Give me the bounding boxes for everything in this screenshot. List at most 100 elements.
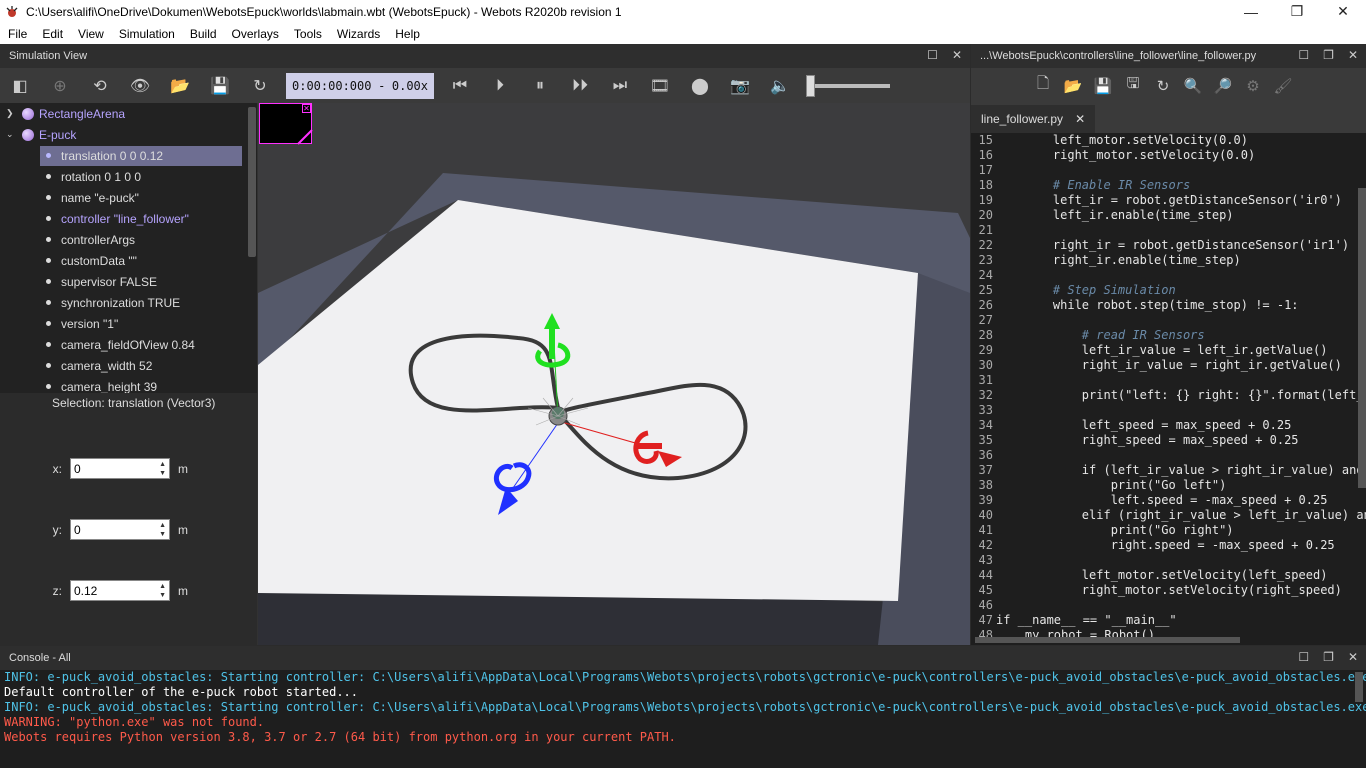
- mute-icon[interactable]: 🔈: [766, 73, 794, 99]
- maximize-button[interactable]: ❐: [1274, 0, 1320, 23]
- close-button[interactable]: ✕: [1320, 0, 1366, 23]
- tree-field-controller[interactable]: controller "line_follower": [0, 208, 257, 229]
- spin-arrows-icon[interactable]: ▲ ▼: [159, 582, 166, 600]
- code-line[interactable]: 29 left_ir_value = left_ir.getValue(): [971, 343, 1366, 358]
- code-line[interactable]: 42 right.speed = -max_speed + 0.25: [971, 538, 1366, 553]
- code-line[interactable]: 32 print("left: {} right: {}".format(lef…: [971, 388, 1366, 403]
- tree-field-custom-data[interactable]: customData "": [0, 250, 257, 271]
- code-line[interactable]: 35 right_speed = max_speed + 0.25: [971, 433, 1366, 448]
- code-line[interactable]: 24: [971, 268, 1366, 283]
- panel-restore-icon[interactable]: ☐: [927, 48, 938, 62]
- tree-field-controller-args[interactable]: controllerArgs: [0, 229, 257, 250]
- code-line[interactable]: 26 while robot.step(time_stop) != -1:: [971, 298, 1366, 313]
- tree-field-name[interactable]: name "e-puck": [0, 187, 257, 208]
- tree-node-rectangle-arena[interactable]: ❯ RectangleArena: [0, 103, 257, 124]
- tab-line-follower[interactable]: line_follower.py ✕: [971, 105, 1096, 133]
- code-line[interactable]: 47 if __name__ == "__main__": [971, 613, 1366, 628]
- volume-slider[interactable]: [806, 74, 890, 97]
- find-replace-icon[interactable]: 🔎: [1211, 73, 1235, 99]
- code-line[interactable]: 34 left_speed = max_speed + 0.25: [971, 418, 1366, 433]
- view-eye-icon[interactable]: 👁: [126, 73, 154, 99]
- panel-float-icon[interactable]: ❐: [1323, 650, 1334, 664]
- volume-slider-knob[interactable]: [806, 74, 815, 97]
- spin-arrows-icon[interactable]: ▲ ▼: [159, 460, 166, 478]
- reload-world-icon[interactable]: ↻: [246, 73, 274, 99]
- tree-field-rotation[interactable]: rotation 0 1 0 0: [0, 166, 257, 187]
- spin-arrows-icon[interactable]: ▲ ▼: [159, 521, 166, 539]
- code-horizontal-scrollbar[interactable]: [975, 637, 1240, 643]
- code-line[interactable]: 22 right_ir = robot.getDistanceSensor('i…: [971, 238, 1366, 253]
- console-scrollbar[interactable]: [1355, 672, 1363, 702]
- y-spinbox[interactable]: 0 ▲ ▼: [70, 519, 170, 540]
- open-world-icon[interactable]: 📂: [166, 73, 194, 99]
- run-icon[interactable]: ⏵⏵: [566, 73, 594, 99]
- revert-file-icon[interactable]: ↻: [1151, 73, 1175, 99]
- panel-float-icon[interactable]: ❐: [1323, 48, 1334, 62]
- x-spinbox[interactable]: 0 ▲ ▼: [70, 458, 170, 479]
- code-line[interactable]: 25 # Step Simulation: [971, 283, 1366, 298]
- code-line[interactable]: 38 print("Go left"): [971, 478, 1366, 493]
- code-line[interactable]: 15 left_motor.setVelocity(0.0): [971, 133, 1366, 148]
- 3d-viewport[interactable]: ✕: [258, 103, 970, 645]
- record-animation-icon[interactable]: ⬤: [686, 73, 714, 99]
- add-node-icon[interactable]: ⊕: [46, 73, 74, 99]
- toggle-scene-tree-icon[interactable]: ◧: [6, 73, 34, 99]
- save-all-icon[interactable]: 🖫: [1121, 73, 1145, 99]
- code-line[interactable]: 45 right_motor.setVelocity(right_speed): [971, 583, 1366, 598]
- menu-tools[interactable]: Tools: [286, 27, 329, 41]
- code-line[interactable]: 33: [971, 403, 1366, 418]
- collapse-arrow-icon[interactable]: ⌄: [6, 129, 18, 140]
- menu-file[interactable]: File: [0, 27, 34, 41]
- code-line[interactable]: 28 # read IR Sensors: [971, 328, 1366, 343]
- camera-overlay[interactable]: ✕: [259, 103, 313, 145]
- code-line[interactable]: 31: [971, 373, 1366, 388]
- new-file-icon[interactable]: 🗋: [1031, 73, 1055, 99]
- build-gear-icon[interactable]: ⚙: [1241, 73, 1265, 99]
- code-line[interactable]: 41 print("Go right"): [971, 523, 1366, 538]
- open-file-icon[interactable]: 📂: [1061, 73, 1085, 99]
- z-spinbox[interactable]: 0.12 ▲ ▼: [70, 580, 170, 601]
- code-line[interactable]: 43: [971, 553, 1366, 568]
- code-line[interactable]: 16 right_motor.setVelocity(0.0): [971, 148, 1366, 163]
- pause-icon[interactable]: ⏸: [526, 73, 554, 99]
- menu-help[interactable]: Help: [387, 27, 427, 41]
- tab-close-icon[interactable]: ✕: [1075, 112, 1085, 126]
- panel-close-icon[interactable]: ✕: [1348, 650, 1358, 664]
- code-line[interactable]: 18 # Enable IR Sensors: [971, 178, 1366, 193]
- screenshot-icon[interactable]: 📷: [726, 73, 754, 99]
- code-line[interactable]: 46: [971, 598, 1366, 613]
- tree-field-translation[interactable]: translation 0 0 0.12: [0, 145, 257, 166]
- code-line[interactable]: 44 left_motor.setVelocity(left_speed): [971, 568, 1366, 583]
- overlay-resize-icon[interactable]: [260, 104, 313, 145]
- panel-close-icon[interactable]: ✕: [1348, 48, 1358, 62]
- tree-field-camera-fov[interactable]: camera_fieldOfView 0.84: [0, 334, 257, 355]
- panel-restore-icon[interactable]: ☐: [1298, 650, 1309, 664]
- code-area[interactable]: 15 left_motor.setVelocity(0.0) 16 right_m…: [971, 133, 1366, 645]
- code-line[interactable]: 30 right_ir_value = right_ir.getValue(): [971, 358, 1366, 373]
- minimize-button[interactable]: —: [1228, 0, 1274, 23]
- code-line[interactable]: 40 elif (right_ir_value > left_ir_value)…: [971, 508, 1366, 523]
- code-line[interactable]: 23 right_ir.enable(time_step): [971, 253, 1366, 268]
- menu-wizards[interactable]: Wizards: [329, 27, 387, 41]
- find-icon[interactable]: 🔍: [1181, 73, 1205, 99]
- code-line[interactable]: 36: [971, 448, 1366, 463]
- panel-restore-icon[interactable]: ☐: [1298, 48, 1309, 62]
- code-line[interactable]: 19 left_ir = robot.getDistanceSensor('ir…: [971, 193, 1366, 208]
- save-file-icon[interactable]: 💾: [1091, 73, 1115, 99]
- reset-view-icon[interactable]: ⟲: [86, 73, 114, 99]
- menu-simulation[interactable]: Simulation: [111, 27, 182, 41]
- fast-run-icon[interactable]: ⏭: [606, 73, 634, 99]
- console-output[interactable]: INFO: e-puck_avoid_obstacles: Starting c…: [0, 670, 1366, 745]
- panel-close-icon[interactable]: ✕: [952, 48, 962, 62]
- record-movie-icon[interactable]: 🎞: [646, 73, 674, 99]
- tree-node-epuck[interactable]: ⌄ E-puck: [0, 124, 257, 145]
- clean-brush-icon[interactable]: 🖌: [1271, 73, 1295, 99]
- code-line[interactable]: 21: [971, 223, 1366, 238]
- code-line[interactable]: 27: [971, 313, 1366, 328]
- tree-field-camera-width[interactable]: camera_width 52: [0, 355, 257, 376]
- step-icon[interactable]: ⏵: [486, 73, 514, 99]
- menu-edit[interactable]: Edit: [34, 27, 70, 41]
- menu-build[interactable]: Build: [182, 27, 224, 41]
- code-line[interactable]: 37 if (left_ir_value > right_ir_value) a…: [971, 463, 1366, 478]
- scene-tree-scrollbar[interactable]: [248, 107, 256, 257]
